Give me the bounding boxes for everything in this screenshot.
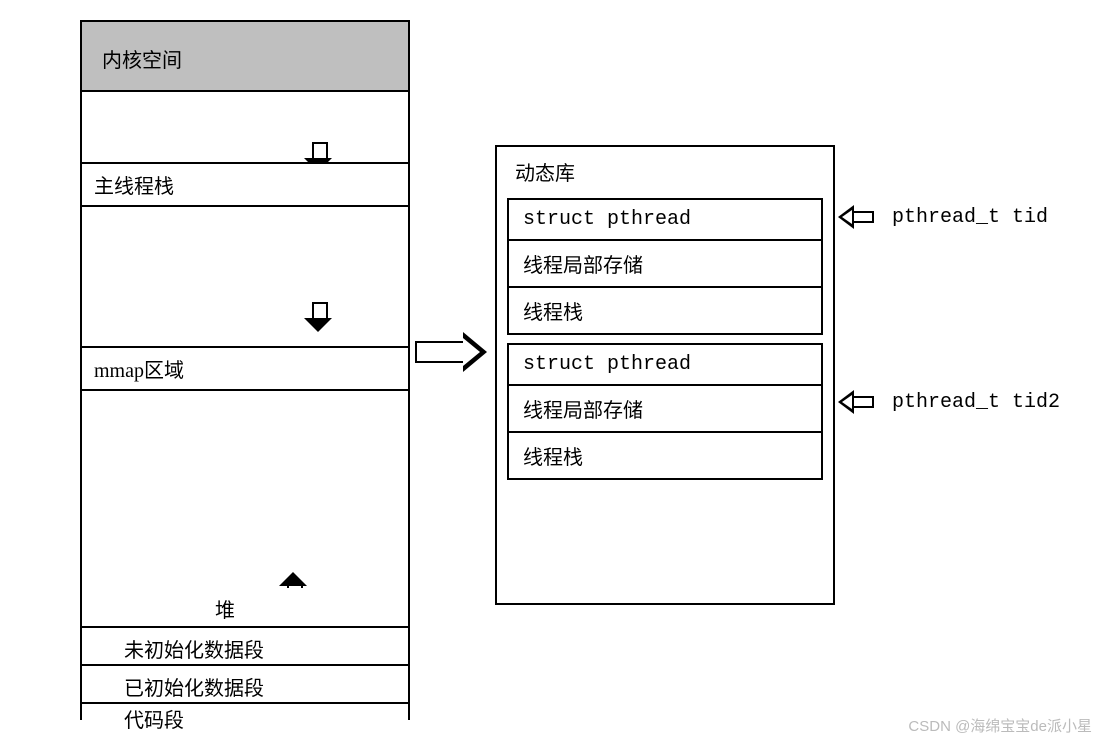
thread-control-block-2: struct pthread 线程局部存储 线程栈 [507,343,823,480]
tcb-stack-label: 线程栈 [523,302,583,324]
watermark: CSDN @海绵宝宝de派小星 [908,715,1092,736]
tcb-tls-row: 线程局部存储 [509,386,821,433]
tcb-stack-label: 线程栈 [523,447,583,469]
pointer-tid1: pthread_t tid [838,205,1048,229]
tcb-stack-row: 线程栈 [509,288,821,333]
mmap-region-label: mmap区域 [94,360,184,382]
process-memory-layout: 内核空间 主线程栈 mmap区域 堆 未初始化数据段 已初始化数据段 代码段 [80,20,410,720]
text-segment: 代码段 [82,702,408,720]
thread-control-block-1: struct pthread 线程局部存储 线程栈 [507,198,823,335]
main-thread-stack-label: 主线程栈 [94,176,174,198]
kernel-space: 内核空间 [82,22,408,92]
kernel-space-label: 内核空间 [102,50,182,72]
heap-segment: 堆 [82,588,408,631]
main-thread-stack: 主线程栈 [82,162,408,207]
arrow-left-icon [838,390,854,414]
tcb-tls-label: 线程局部存储 [523,400,643,422]
tcb-struct-row: struct pthread [509,200,821,241]
mmap-region: mmap区域 [82,346,408,391]
pointer-tid2: pthread_t tid2 [838,390,1060,414]
bss-label: 未初始化数据段 [124,640,264,662]
pointer-tid2-label: pthread_t tid2 [892,391,1060,414]
dynamic-library-panel: 动态库 struct pthread 线程局部存储 线程栈 struct pth… [495,145,835,605]
arrow-left-shaft [854,211,874,223]
tcb-tls-label: 线程局部存储 [523,255,643,277]
tcb-struct-row: struct pthread [509,345,821,386]
tcb-stack-row: 线程栈 [509,433,821,478]
arrow-left-icon [838,205,854,229]
tcb-struct-label: struct pthread [523,208,691,231]
dynamic-library-title-label: 动态库 [515,163,575,185]
tcb-tls-row: 线程局部存储 [509,241,821,288]
arrow-left-shaft [854,396,874,408]
pointer-tid1-label: pthread_t tid [892,206,1048,229]
arrow-right-icon [415,332,487,372]
text-label: 代码段 [124,710,184,732]
tcb-struct-label: struct pthread [523,353,691,376]
arrow-down-icon [312,302,332,332]
data-label: 已初始化数据段 [124,678,264,700]
dynamic-library-title: 动态库 [497,147,833,198]
heap-label: 堆 [215,594,235,623]
